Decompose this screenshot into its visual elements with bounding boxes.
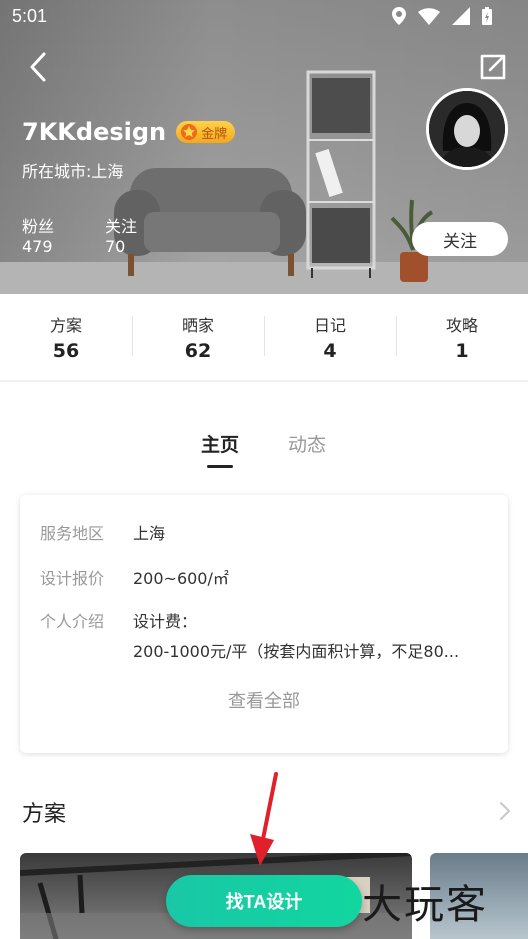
- watermark-text: 大玩客: [362, 882, 488, 928]
- info-card: 服务地区 上海 设计报价 200~600/㎡ 个人介绍 设计费： 200-100…: [20, 495, 508, 753]
- price-row: 设计报价 200~600/㎡: [40, 565, 229, 589]
- count-value: 4: [323, 340, 337, 362]
- count-item-showcase[interactable]: 晒家 62: [132, 294, 264, 380]
- view-all-button[interactable]: 查看全部: [20, 687, 508, 713]
- fans-count: 479: [22, 237, 53, 256]
- count-label: 方案: [49, 316, 82, 335]
- following-stat[interactable]: 关注 70: [105, 217, 137, 257]
- chevron-right-icon[interactable]: [498, 800, 512, 822]
- intro-value: 设计费： 200-1000元/平（按套内面积计算，不足80...: [133, 608, 459, 662]
- city-label: 所在城市: [22, 162, 91, 181]
- status-bar: 5:01: [0, 0, 528, 34]
- intro-line-2: 200-1000元/平（按套内面积计算，不足80...: [133, 642, 460, 661]
- price-value: 200~600/㎡: [133, 569, 229, 588]
- follow-button[interactable]: 关注: [412, 222, 508, 256]
- battery-icon: [482, 7, 492, 25]
- tab-home[interactable]: 主页: [201, 430, 239, 457]
- annotation-arrow: [250, 772, 278, 866]
- designer-name: 7KKdesign: [22, 118, 167, 146]
- count-value: 56: [52, 340, 80, 362]
- sofa-illustration: [114, 168, 306, 276]
- tab-bar: 主页 动态: [0, 430, 528, 470]
- avatar[interactable]: [426, 88, 508, 170]
- price-label: 设计报价: [40, 569, 105, 588]
- tab-feed[interactable]: 动态: [288, 430, 326, 457]
- signal-icon: [452, 7, 470, 25]
- gold-badge: 金牌: [176, 121, 236, 143]
- count-item-diary[interactable]: 日记 4: [264, 294, 396, 380]
- shelf-illustration: [306, 70, 376, 278]
- stats-bar: 方案 56 晒家 62 日记 4 攻略 1: [0, 294, 528, 380]
- share-icon[interactable]: [478, 52, 508, 82]
- count-item-guides[interactable]: 攻略 1: [396, 294, 528, 380]
- count-label: 日记: [313, 316, 346, 335]
- intro-row: 个人介绍 设计费： 200-1000元/平（按套内面积计算，不足80...: [40, 608, 459, 662]
- back-icon[interactable]: [22, 50, 56, 84]
- fans-label: 粉丝: [22, 217, 55, 236]
- city-line: 所在城市上海: [22, 158, 123, 182]
- count-value: 62: [184, 340, 212, 362]
- intro-label: 个人介绍: [40, 612, 105, 631]
- fans-stat[interactable]: 粉丝 479: [22, 217, 54, 257]
- service-area-row: 服务地区 上海: [40, 520, 165, 544]
- count-label: 攻略: [445, 316, 478, 335]
- city-value: 上海: [91, 162, 124, 181]
- profile-header-background: 5:01 7KKdesign 金牌 所在城市上海 粉丝 479 关注 70: [0, 0, 528, 294]
- hire-designer-button[interactable]: 找TA设计: [166, 875, 362, 927]
- avatar-portrait: [429, 91, 505, 167]
- status-time: 5:01: [12, 6, 48, 26]
- wifi-icon: [418, 7, 440, 25]
- tab-indicator: [207, 465, 233, 468]
- service-area-value: 上海: [133, 524, 166, 543]
- divider: [0, 380, 528, 382]
- name-row: 7KKdesign 金牌: [22, 118, 236, 146]
- following-count: 70: [105, 237, 126, 256]
- status-icons: [392, 7, 492, 25]
- badge-label: 金牌: [201, 126, 228, 142]
- intro-line-1: 设计费：: [133, 612, 198, 631]
- count-label: 晒家: [181, 316, 214, 335]
- service-area-label: 服务地区: [40, 524, 105, 543]
- medal-icon: [181, 124, 198, 140]
- section-title: 方案: [22, 802, 67, 827]
- count-item-plans[interactable]: 方案 56: [0, 294, 132, 380]
- location-icon: [392, 7, 406, 25]
- following-label: 关注: [105, 217, 138, 236]
- count-value: 1: [455, 340, 469, 362]
